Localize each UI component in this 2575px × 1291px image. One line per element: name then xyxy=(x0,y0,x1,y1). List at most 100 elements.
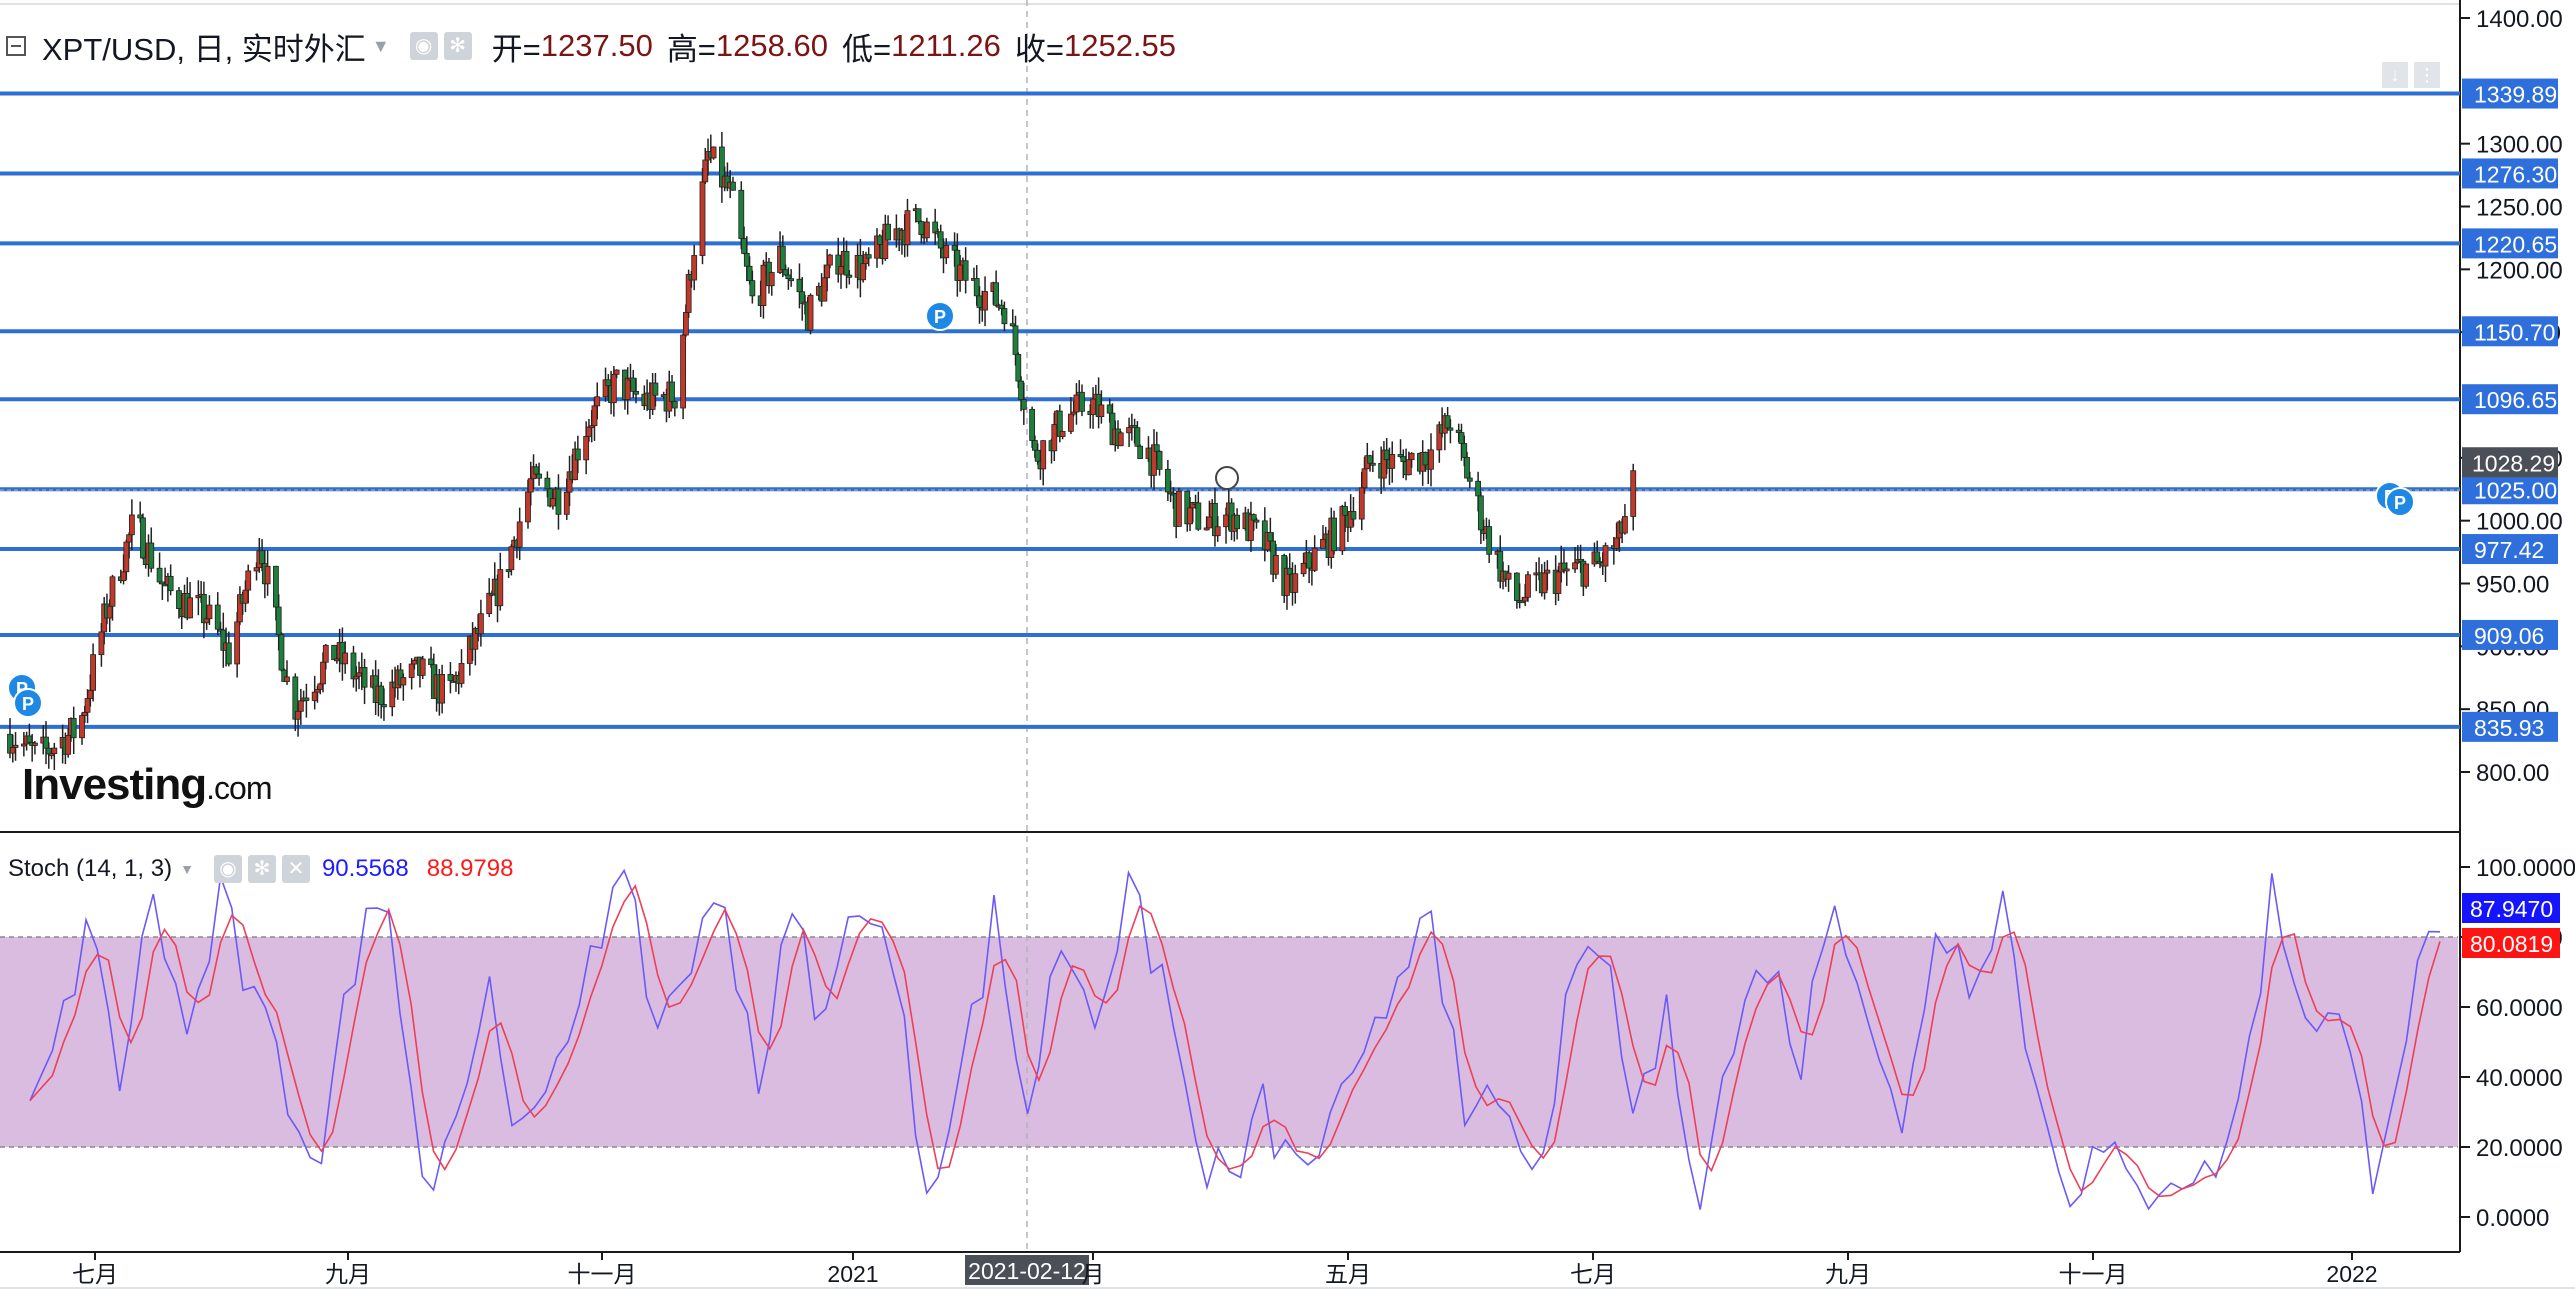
candle-body xyxy=(497,569,504,607)
eye-icon[interactable]: ◉ xyxy=(409,32,438,60)
candle-body xyxy=(1018,380,1024,400)
symbol-title[interactable]: XPT/USD, 日, 实时外汇 xyxy=(42,24,366,69)
candle-body xyxy=(447,674,454,681)
candle-body xyxy=(843,251,850,276)
candle-body xyxy=(743,253,750,267)
candle-body xyxy=(109,576,116,607)
price-chart[interactable]: 1400.001300.001250.001200.001150.001050.… xyxy=(0,0,2575,1291)
candle-body xyxy=(428,658,434,666)
candle-body xyxy=(865,254,872,259)
candle-body xyxy=(1234,514,1241,530)
candle-body xyxy=(1583,563,1590,587)
candle-body xyxy=(32,742,38,746)
candle-body xyxy=(361,667,368,688)
candle-body xyxy=(273,565,279,608)
pane-buttons: ↓ ⋮ xyxy=(2382,62,2440,88)
candle-body xyxy=(1040,440,1047,470)
candle-body xyxy=(259,550,265,565)
open-label: 开= xyxy=(491,31,541,67)
stoch-k-label: 87.9470 xyxy=(2470,896,2553,922)
candle-body xyxy=(821,277,828,302)
candle-body xyxy=(768,272,775,287)
candle-body xyxy=(1134,427,1141,447)
candle-body xyxy=(1400,456,1407,462)
eye-icon[interactable]: ◉ xyxy=(213,855,242,883)
candle-body xyxy=(710,146,717,159)
candle-body xyxy=(738,189,745,239)
price-tick-label: 800.00 xyxy=(2476,760,2549,787)
candle-body xyxy=(525,491,531,523)
candle-body xyxy=(1630,470,1637,517)
chevron-down-icon[interactable]: ▼ xyxy=(372,36,390,57)
candle-body xyxy=(516,521,523,548)
time-tick-label: 2022 xyxy=(2326,1261,2377,1287)
candle-body xyxy=(563,491,570,515)
more-icon[interactable]: ⋮ xyxy=(2414,62,2440,88)
candle-body xyxy=(43,736,49,749)
collapse-icon[interactable] xyxy=(6,36,26,56)
candle-body xyxy=(951,244,958,251)
candle-body xyxy=(1572,562,1578,570)
level-label: 977.42 xyxy=(2474,537,2544,563)
candle-body xyxy=(140,517,146,559)
candle-body xyxy=(586,426,592,437)
candle-body xyxy=(508,546,515,571)
candle-body xyxy=(1389,454,1396,469)
level-label: 835.93 xyxy=(2474,715,2544,741)
candle-body xyxy=(1001,308,1008,325)
candle-body xyxy=(1164,468,1171,493)
candle-body xyxy=(350,652,357,680)
low-value: 1211.26 xyxy=(891,28,1001,63)
stoch-k-value: 90.5568 xyxy=(321,855,409,882)
candle-body xyxy=(1311,547,1318,571)
candle-body xyxy=(1117,432,1124,447)
candle-body xyxy=(533,466,540,475)
candle-body xyxy=(846,274,853,278)
pivot-marker-letter: P xyxy=(2394,493,2406,513)
gear-icon[interactable]: ✻ xyxy=(247,855,276,883)
candle-body xyxy=(583,436,590,461)
candle-body xyxy=(1342,506,1349,516)
candle-body xyxy=(123,541,130,573)
candle-body xyxy=(1073,394,1080,413)
candle-body xyxy=(317,683,324,690)
candle-body xyxy=(408,663,415,678)
pivot-marker-icon: P xyxy=(925,301,955,331)
candle-body xyxy=(295,710,301,720)
candle-body xyxy=(1206,516,1213,529)
arrow-down-icon[interactable]: ↓ xyxy=(2382,62,2408,88)
stoch-title[interactable]: Stoch (14, 1, 3) xyxy=(8,855,172,883)
close-icon[interactable]: ✕ xyxy=(281,855,310,883)
chevron-down-icon[interactable]: ▼ xyxy=(180,861,194,877)
price-tick-label: 1400.00 xyxy=(2476,6,2563,33)
candle-body xyxy=(1250,514,1257,521)
candle-body xyxy=(1369,462,1376,466)
candle-body xyxy=(1622,516,1628,534)
candle-body xyxy=(87,689,94,699)
candle-body xyxy=(1522,596,1529,602)
candle-body xyxy=(760,264,767,306)
candle-body xyxy=(746,265,753,282)
stoch-band xyxy=(0,937,2458,1147)
candle-body xyxy=(1187,507,1193,525)
stoch-d-label: 80.0819 xyxy=(2470,931,2553,957)
candle-body xyxy=(79,715,85,739)
candle-body xyxy=(1176,490,1182,527)
candle-body xyxy=(633,390,639,395)
candle-body xyxy=(796,278,803,293)
candle-body xyxy=(51,747,58,755)
candle-body xyxy=(253,567,260,572)
candle-body xyxy=(1153,444,1160,452)
candle-body xyxy=(90,654,96,691)
candle-body xyxy=(610,373,617,404)
candle-body xyxy=(106,605,113,619)
gear-icon[interactable]: ✻ xyxy=(443,32,472,60)
candle-body xyxy=(378,685,385,705)
candle-body xyxy=(1068,413,1074,432)
candle-body xyxy=(555,488,562,515)
candle-body xyxy=(1126,427,1132,434)
candle-body xyxy=(342,652,349,665)
stoch-tick-label: 40.0000 xyxy=(2476,1065,2563,1092)
candle-body xyxy=(176,590,182,610)
time-tick-label: 七月 xyxy=(1570,1261,1616,1287)
